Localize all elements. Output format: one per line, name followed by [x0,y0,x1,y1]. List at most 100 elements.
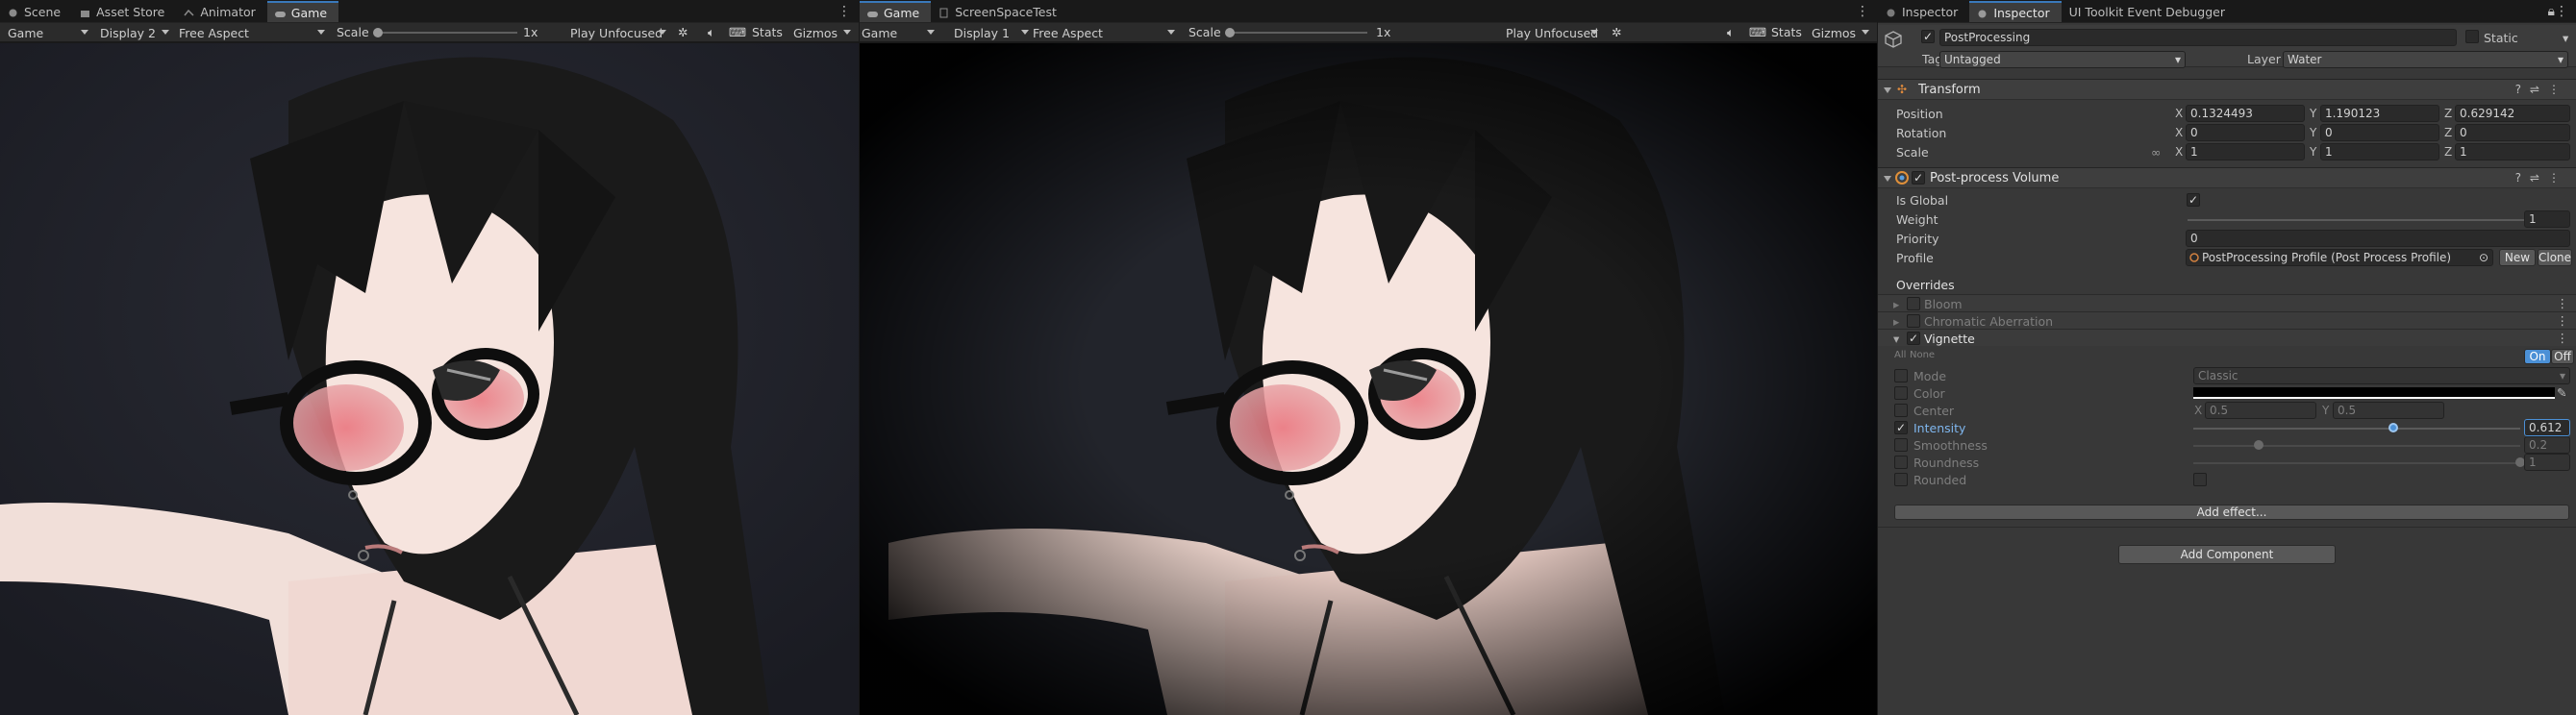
effect-enabled-checkbox[interactable] [1907,297,1920,310]
tab-inspector-1[interactable]: Inspector [1878,1,1969,22]
override-checkbox[interactable] [1894,438,1908,452]
rounded-checkbox[interactable] [2193,473,2207,486]
component-menu-icons[interactable]: ?⇌⋮ [2515,83,2568,96]
scale-slider-handle[interactable] [373,28,383,37]
view-dropdown[interactable]: Game [8,23,92,42]
aspect-dropdown[interactable]: Free Aspect [1033,23,1179,42]
scale-y-field[interactable]: 1 [2320,143,2439,160]
play-mode-dropdown[interactable]: Play Unfocused [570,23,670,42]
effect-enabled-checkbox[interactable] [1907,314,1920,328]
gizmos-dropdown[interactable]: Gizmos [1812,23,1873,42]
intensity-slider[interactable] [2193,428,2520,430]
bug-icon[interactable]: ✲ [678,25,688,39]
is-global-checkbox[interactable]: ✓ [2187,193,2200,207]
roundness-field[interactable]: 1 [2524,454,2570,471]
keyboard-icon[interactable]: ⌨︎ [729,25,746,39]
on-button[interactable]: On [2524,349,2551,364]
tab-game-2[interactable]: Game [860,1,932,22]
effect-vignette[interactable]: ▾ ✓ Vignette ⋮ [1878,329,2576,346]
more-options-icon[interactable]: ⋮ [838,4,851,19]
tab-animator[interactable]: Animator [176,1,266,22]
all-button[interactable]: All [1894,350,1906,360]
scale-slider[interactable] [1229,32,1367,34]
component-menu-icons[interactable]: ?⇌⋮ [2515,171,2568,185]
priority-field[interactable]: 0 [2186,230,2570,247]
smoothness-slider[interactable] [2193,445,2520,447]
more-options-icon[interactable]: ⋮ [2557,313,2569,328]
static-checkbox[interactable] [2465,30,2479,43]
speaker-icon[interactable]: 🔈︎ [708,25,715,40]
stats-button[interactable]: Stats [1771,25,1802,39]
component-enabled-checkbox[interactable]: ✓ [1912,171,1925,185]
display-dropdown[interactable]: Display 1 [954,23,1033,42]
profile-object-field[interactable]: PostProcessing Profile (Post Process Pro… [2186,249,2493,266]
scale-z-field[interactable]: 1 [2455,143,2570,160]
smoothness-field[interactable]: 0.2 [2524,436,2570,454]
active-checkbox[interactable]: ✓ [1921,30,1935,43]
none-button[interactable]: None [1910,350,1935,360]
clone-profile-button[interactable]: Clone [2538,249,2572,266]
aspect-dropdown[interactable]: Free Aspect [179,23,329,42]
override-checkbox[interactable] [1894,473,1908,486]
lock-icon[interactable]: 🔒︎ [2548,4,2555,19]
rotation-z-field[interactable]: 0 [2455,124,2570,141]
scale-slider-handle[interactable] [1225,28,1235,37]
chevron-down-icon[interactable]: ▾ [2563,31,2568,45]
scale-x-field[interactable]: 1 [2186,143,2305,160]
more-options-icon[interactable]: ⋮ [1856,4,1869,19]
mode-dropdown[interactable]: Classic ▾ [2193,367,2570,384]
transform-header[interactable]: ✣ Transform ?⇌⋮ [1878,79,2576,100]
more-options-icon[interactable]: ⋮ [2557,331,2569,345]
override-checkbox[interactable]: ✓ [1894,421,1908,434]
rotation-y-field[interactable]: 0 [2320,124,2439,141]
eyedropper-icon[interactable]: ✎ [2557,385,2566,400]
effect-enabled-checkbox[interactable]: ✓ [1907,332,1920,345]
override-checkbox[interactable] [1894,456,1908,469]
tag-dropdown[interactable]: Untagged ▾ [1939,51,2186,68]
weight-field[interactable]: 1 [2524,210,2570,228]
tab-screenspacetest[interactable]: ScreenSpaceTest [931,1,1068,22]
off-button[interactable]: Off [2551,349,2574,364]
layer-dropdown[interactable]: Water ▾ [2283,51,2568,68]
game-viewport-display-1[interactable] [860,43,1877,715]
game-viewport-display-2[interactable] [0,43,859,715]
bug-icon[interactable]: ✲ [1612,25,1621,39]
effect-chromatic-aberration[interactable]: ▸ Chromatic Aberration ⋮ [1878,311,2576,329]
display-dropdown[interactable]: Display 2 [100,23,173,42]
add-component-button[interactable]: Add Component [2118,545,2336,564]
override-checkbox[interactable] [1894,404,1908,417]
smoothness-slider-handle[interactable] [2254,440,2263,450]
tab-inspector-2[interactable]: Inspector [1969,1,2062,22]
rotation-x-field[interactable]: 0 [2186,124,2305,141]
intensity-slider-handle[interactable] [2388,423,2399,432]
speaker-icon[interactable]: 🔈︎ [1727,25,1735,40]
override-checkbox[interactable] [1894,369,1908,382]
effect-bloom[interactable]: ▸ Bloom ⋮ [1878,294,2576,311]
more-options-icon[interactable]: ⋮ [2555,4,2568,19]
color-swatch[interactable] [2193,387,2555,399]
more-options-icon[interactable]: ⋮ [2557,296,2569,310]
object-picker-icon[interactable]: ⊙ [2479,250,2488,265]
tab-asset-store[interactable]: Asset Store [72,1,176,22]
tab-scene[interactable]: Scene [0,1,72,22]
override-checkbox[interactable] [1894,386,1908,400]
play-mode-dropdown[interactable]: Play Unfocused [1506,23,1602,42]
keyboard-icon[interactable]: ⌨︎ [1749,25,1766,39]
view-dropdown[interactable]: Game [862,23,938,42]
tab-game[interactable]: Game [266,1,339,22]
link-icon[interactable]: ∞ [2151,145,2161,160]
object-name-field[interactable]: PostProcessing [1939,29,2457,46]
postprocess-volume-header[interactable]: ✓ Post-process Volume ?⇌⋮ [1878,167,2576,188]
stats-button[interactable]: Stats [752,25,783,39]
new-profile-button[interactable]: New [2499,249,2536,266]
position-z-field[interactable]: 0.629142 [2455,105,2570,122]
tab-ui-toolkit-debugger[interactable]: UI Toolkit Event Debugger [2062,1,2237,22]
scale-slider[interactable] [377,32,517,34]
center-y-field[interactable]: 0.5 [2333,402,2444,419]
center-x-field[interactable]: 0.5 [2205,402,2316,419]
position-x-field[interactable]: 0.1324493 [2186,105,2305,122]
position-y-field[interactable]: 1.190123 [2320,105,2439,122]
roundness-slider[interactable] [2193,462,2520,464]
gizmos-dropdown[interactable]: Gizmos [793,23,855,42]
add-effect-button[interactable]: Add effect... [1894,505,2569,520]
